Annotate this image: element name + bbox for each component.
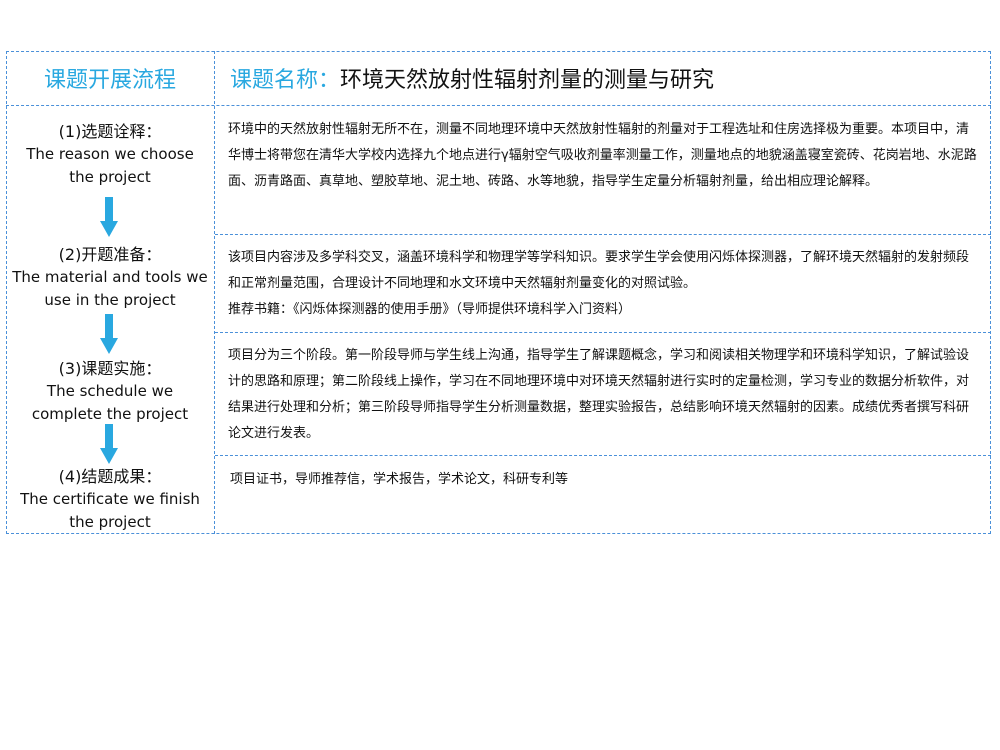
down-arrow-icon xyxy=(100,197,118,237)
step-1: (1)选题诠释： The reason we choose the projec… xyxy=(6,121,214,189)
process-header: 课题开展流程 xyxy=(43,68,176,93)
step-4: (4)结题成果： The certificate we finish the p… xyxy=(6,466,214,534)
step-3-zh: (3)课题实施： xyxy=(58,359,162,378)
step-4-en-line1: The certificate we finish xyxy=(20,490,200,508)
step-2-en-line2: use in the project xyxy=(44,291,176,309)
down-arrow-icon xyxy=(100,424,118,464)
content-results: 项目证书，导师推荐信，学术报告，学术论文，科研专利等 xyxy=(230,472,569,487)
down-arrow-icon xyxy=(100,314,118,354)
content-schedule: 项目分为三个阶段。第一阶段导师与学生线上沟通，指导学生了解课题概念，学习和阅读相… xyxy=(228,348,970,441)
step-1-en-line2: the project xyxy=(69,168,151,186)
topic-label: 课题名称： xyxy=(230,68,341,93)
content-preparation-main: 该项目内容涉及多学科交叉，涵盖环境科学和物理学等学科知识。要求学生学会使用闪烁体… xyxy=(228,250,970,291)
topic-title: 环境天然放射性辐射剂量的测量与研究 xyxy=(340,68,715,93)
row-divider-1 xyxy=(215,234,991,235)
content-reason: 环境中的天然放射性辐射无所不在，测量不同地理环境中天然放射性辐射的剂量对于工程选… xyxy=(228,122,977,189)
step-1-zh: (1)选题诠释： xyxy=(58,122,162,141)
topic-header: 课题名称： 环境天然放射性辐射剂量的测量与研究 xyxy=(230,51,714,105)
header-divider xyxy=(6,105,991,106)
step-3-en-line1: The schedule we xyxy=(46,382,174,400)
step-3-en-line2: complete the project xyxy=(31,405,189,423)
step-2: (2)开题准备： The material and tools we use i… xyxy=(6,244,214,312)
step-2-en-line1: The material and tools we xyxy=(12,268,208,286)
step-1-en-line1: The reason we choose xyxy=(26,145,194,163)
step-4-zh: (4)结题成果： xyxy=(58,467,162,486)
step-2-zh: (2)开题准备： xyxy=(58,245,162,264)
step-4-en-line2: the project xyxy=(69,513,151,531)
column-divider xyxy=(214,51,215,534)
row-divider-3 xyxy=(215,455,991,456)
row-divider-2 xyxy=(215,332,991,333)
step-3: (3)课题实施： The schedule we complete the pr… xyxy=(6,358,214,426)
content-recommended-books: 推荐书籍：《闪烁体探测器的使用手册》（导师提供环境科学入门资料） xyxy=(228,302,632,317)
content-preparation: 该项目内容涉及多学科交叉，涵盖环境科学和物理学等学科知识。要求学生学会使用闪烁体… xyxy=(228,245,978,323)
